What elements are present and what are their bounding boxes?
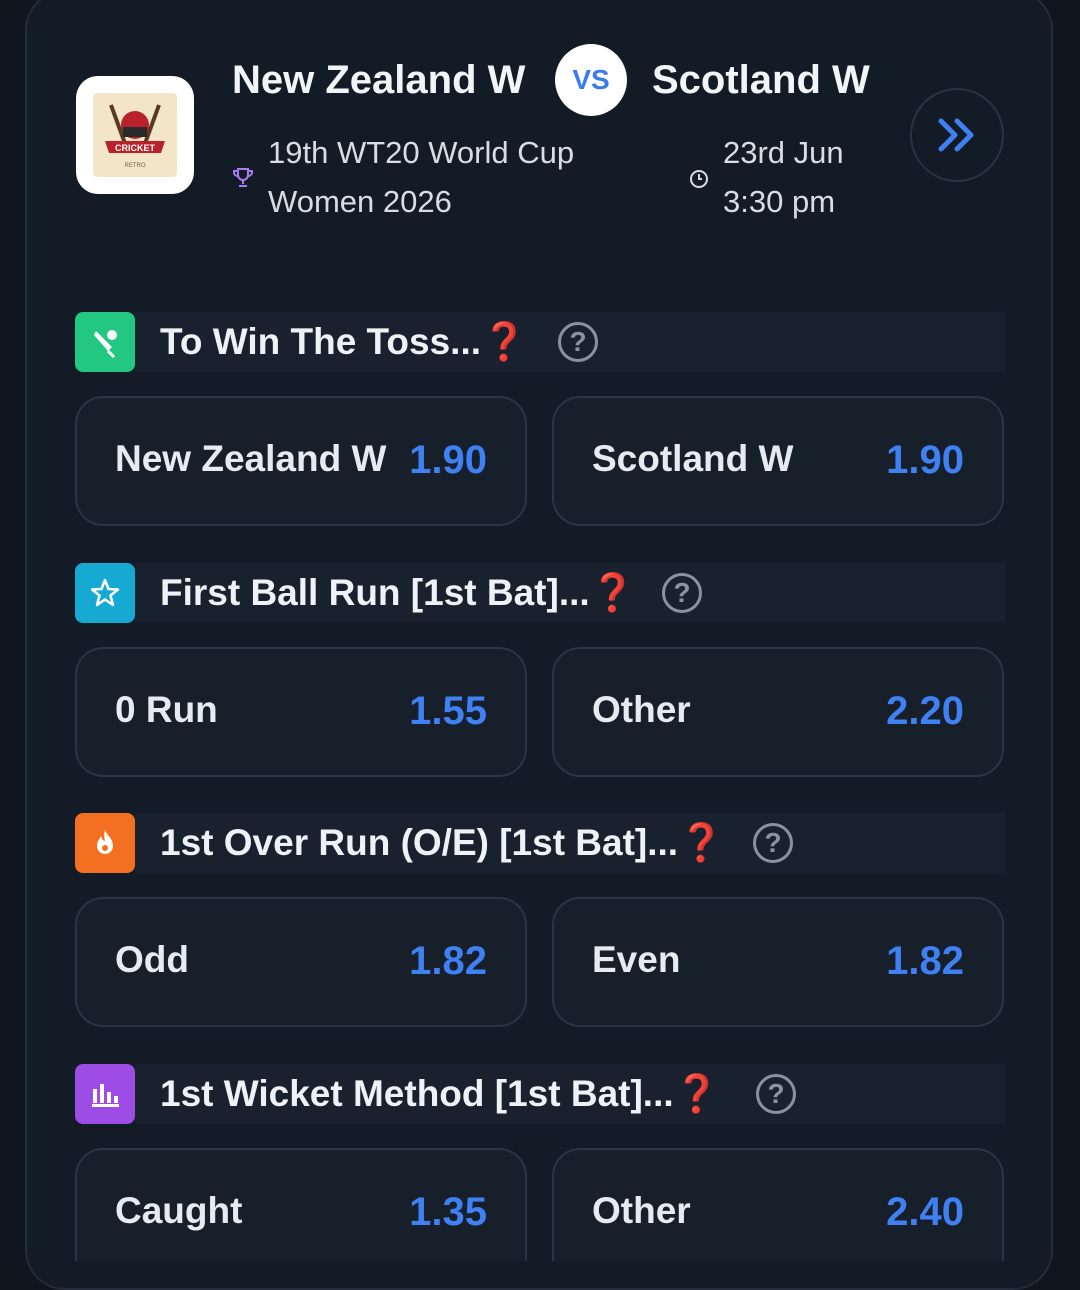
option-odds: 1.90 <box>886 438 964 482</box>
bet-option-other[interactable]: Other 2.40 <box>552 1148 1004 1261</box>
option-odds: 1.35 <box>409 1190 487 1234</box>
match-details-button[interactable] <box>910 88 1004 182</box>
market-title: First Ball Run [1st Bat]...❓ <box>160 572 636 613</box>
bet-option-odd[interactable]: Odd 1.82 <box>75 897 527 1027</box>
bet-option-0-run[interactable]: 0 Run 1.55 <box>75 647 527 777</box>
cricket-bat-ball-icon <box>75 312 135 372</box>
svg-text:RETRO: RETRO <box>125 163 146 169</box>
star-icon <box>75 563 135 623</box>
option-label: Scotland W <box>592 438 794 479</box>
svg-text:CRICKET: CRICKET <box>115 143 156 153</box>
match-time: 3:30 pm <box>723 184 836 219</box>
option-label: Other <box>592 1190 691 1231</box>
bet-option-even[interactable]: Even 1.82 <box>552 897 1004 1027</box>
help-icon[interactable]: ? <box>558 322 598 362</box>
market-title: To Win The Toss...❓ <box>160 321 528 362</box>
tournament-name-line2: Women 2026 <box>268 184 452 219</box>
market-header-toss: To Win The Toss...❓ ? <box>75 312 1005 372</box>
team1-name: New Zealand W <box>232 58 526 102</box>
tournament-name-line1: 19th WT20 World Cup <box>268 135 575 170</box>
option-odds: 1.82 <box>409 939 487 983</box>
bet-option-new-zealand-w[interactable]: New Zealand W 1.90 <box>75 396 527 526</box>
help-icon[interactable]: ? <box>753 823 793 863</box>
option-odds: 1.82 <box>886 939 964 983</box>
market-title: 1st Wicket Method [1st Bat]...❓ <box>160 1073 720 1114</box>
market-header-first-over-run: 1st Over Run (O/E) [1st Bat]...❓ ? <box>75 813 1005 873</box>
cricket-logo-icon: CRICKET RETRO <box>93 93 177 177</box>
option-label: Odd <box>115 939 189 980</box>
bet-option-caught[interactable]: Caught 1.35 <box>75 1148 527 1261</box>
vs-badge: VS <box>555 44 627 116</box>
market-title: 1st Over Run (O/E) [1st Bat]...❓ <box>160 822 725 863</box>
option-label: 0 Run <box>115 689 218 730</box>
match-date: 23rd Jun <box>723 135 844 170</box>
help-icon[interactable]: ? <box>756 1074 796 1114</box>
fire-icon <box>75 813 135 873</box>
option-label: Caught <box>115 1190 243 1231</box>
option-odds: 1.90 <box>409 438 487 482</box>
option-label: New Zealand W <box>115 438 387 479</box>
market-header-first-wicket-method: 1st Wicket Method [1st Bat]...❓ ? <box>75 1064 1005 1124</box>
bet-option-scotland-w[interactable]: Scotland W 1.90 <box>552 396 1004 526</box>
clock-icon <box>689 169 709 194</box>
help-icon[interactable]: ? <box>662 573 702 613</box>
trophy-icon <box>232 167 254 194</box>
bet-option-other[interactable]: Other 2.20 <box>552 647 1004 777</box>
option-odds: 2.20 <box>886 689 964 733</box>
option-label: Other <box>592 689 691 730</box>
market-header-first-ball-run: First Ball Run [1st Bat]...❓ ? <box>75 563 1005 623</box>
double-chevron-right-icon <box>938 118 974 152</box>
option-label: Even <box>592 939 681 980</box>
option-odds: 2.40 <box>886 1190 964 1234</box>
team2-name: Scotland W <box>652 58 870 102</box>
option-odds: 1.55 <box>409 689 487 733</box>
bar-chart-icon <box>75 1064 135 1124</box>
tournament-logo: CRICKET RETRO <box>76 76 194 194</box>
